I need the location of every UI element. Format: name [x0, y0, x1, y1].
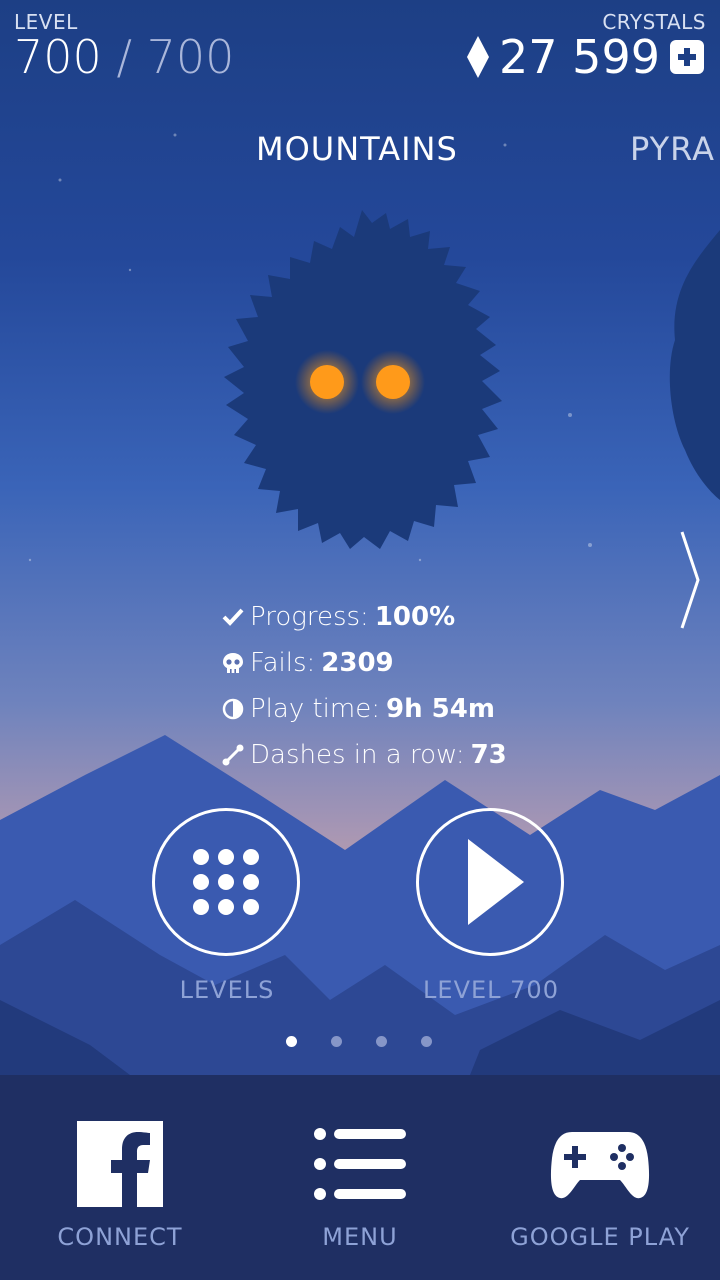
- world-pager: [286, 1036, 432, 1047]
- gamepad-icon: [550, 1132, 650, 1199]
- play-icon: [468, 839, 524, 925]
- right-eye: [376, 365, 410, 399]
- pager-dot[interactable]: [421, 1036, 432, 1047]
- google-play-button[interactable]: GOOGLE PLAY: [480, 1075, 720, 1280]
- pager-dot[interactable]: [286, 1036, 297, 1047]
- level-max: 700: [146, 30, 235, 84]
- level-separator: /: [116, 30, 132, 84]
- pager-dot[interactable]: [331, 1036, 342, 1047]
- facebook-icon: [77, 1121, 163, 1207]
- crystals-counter: 27 599: [467, 30, 704, 84]
- stat-dashes: Dashes in a row: 73: [222, 732, 507, 778]
- level-current: 700: [14, 30, 102, 84]
- level-counter: 700 / 700: [14, 30, 234, 84]
- fluffy-monster-character: [224, 210, 502, 549]
- world-tab-next[interactable]: PYRA: [630, 130, 715, 168]
- menu-button[interactable]: MENU: [240, 1075, 480, 1280]
- left-eye: [310, 365, 344, 399]
- stat-progress: Progress: 100%: [222, 594, 507, 640]
- bottom-bar: CONNECT MENU GOOGLE PLAY: [0, 1075, 720, 1280]
- skull-icon: [222, 652, 244, 674]
- next-world-monster: [669, 230, 720, 500]
- stat-playtime: Play time: 9h 54m: [222, 686, 507, 732]
- crystals-value: 27 599: [499, 30, 660, 84]
- levels-button-label: LEVELS: [179, 976, 275, 1004]
- google-play-label: GOOGLE PLAY: [510, 1223, 690, 1251]
- grid-icon: [193, 849, 259, 915]
- connect-label: CONNECT: [57, 1223, 183, 1251]
- pager-dot[interactable]: [376, 1036, 387, 1047]
- play-level-button[interactable]: [416, 808, 564, 956]
- menu-label: MENU: [322, 1223, 398, 1251]
- dash-icon: [222, 744, 244, 766]
- play-button-label: LEVEL 700: [423, 976, 559, 1004]
- clock-icon: [222, 698, 244, 720]
- add-crystals-button[interactable]: [670, 40, 704, 74]
- world-tab-current[interactable]: MOUNTAINS: [256, 130, 458, 168]
- stat-fails: Fails: 2309: [222, 640, 507, 686]
- check-icon: [222, 606, 244, 628]
- chevron-right-icon[interactable]: [676, 530, 704, 630]
- connect-facebook-button[interactable]: CONNECT: [0, 1075, 240, 1280]
- diamond-icon: [467, 36, 490, 78]
- world-stats: Progress: 100% Fails: 2309 Play time: 9h…: [222, 594, 507, 778]
- levels-button[interactable]: [152, 808, 300, 956]
- menu-icon: [314, 1128, 406, 1200]
- plus-icon: [678, 48, 696, 66]
